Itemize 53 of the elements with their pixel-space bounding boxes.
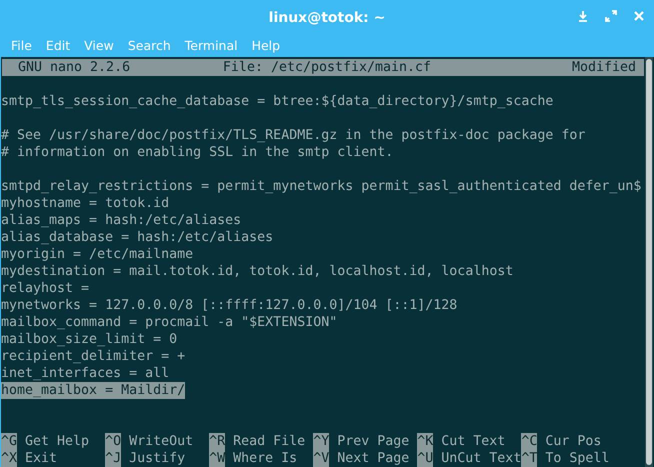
- shortcut-label: UnCut Text: [441, 450, 522, 467]
- menu-item[interactable]: Edit: [38, 38, 78, 53]
- shortcut-key: ^G: [1, 433, 18, 450]
- shortcut-label: Cur Pos: [545, 433, 602, 450]
- code-line: alias_maps = hash:/etc/aliases: [1, 212, 242, 229]
- menu-item[interactable]: View: [77, 38, 121, 53]
- shortcut-key: ^W: [209, 450, 226, 467]
- code-line: smtp_tls_session_cache_database = btree:${data_directory}/smtp_scache: [1, 93, 554, 110]
- shortcut-key: ^J: [105, 450, 122, 467]
- file-name: File: /etc/postfix/main.cf: [222, 59, 432, 76]
- shortcut-key: ^R: [209, 433, 226, 450]
- shortcut-key: ^Y: [313, 433, 330, 450]
- shortcut-key: ^O: [105, 433, 122, 450]
- code-line: recipient_delimiter = +: [1, 348, 186, 365]
- maximize-icon[interactable]: [604, 9, 618, 23]
- close-icon[interactable]: [632, 9, 646, 23]
- code-line: mynetworks = 127.0.0.0/8 [::ffff:127.0.0.0]/104 [::1]/128: [1, 297, 458, 314]
- code-line: mailbox_size_limit = 0: [1, 331, 178, 348]
- code-line: mailbox_command = procmail -a "$EXTENSION": [1, 314, 338, 331]
- shortcut-label: Where Is: [233, 450, 298, 467]
- scrollbar[interactable]: [645, 57, 653, 467]
- scrollbar-thumb[interactable]: [646, 59, 652, 465]
- shortcut-label: Justify: [129, 450, 186, 467]
- shortcut-key: ^K: [417, 433, 434, 450]
- menu-item[interactable]: File: [4, 38, 39, 53]
- menu-item[interactable]: Terminal: [178, 38, 245, 53]
- menu-item[interactable]: Help: [244, 38, 288, 53]
- code-line: mydestination = mail.totok.id, totok.id, localhost.id, localhost: [1, 263, 514, 280]
- shortcut-label: Prev Page: [337, 433, 410, 450]
- shortcut-label: Exit: [25, 450, 58, 467]
- menu-item[interactable]: Search: [120, 38, 178, 53]
- window-title: linux@totok: ~: [268, 10, 386, 26]
- shortcut-label: To Spell: [545, 450, 610, 467]
- shortcut-key: ^X: [1, 450, 18, 467]
- editor-version: GNU nano 2.2.6: [18, 59, 132, 76]
- code-line: # See /usr/share/doc/postfix/TLS_README.gz in the postfix-doc package for: [1, 127, 586, 144]
- shortcut-key: ^V: [313, 450, 330, 467]
- modified-status: Modified: [572, 59, 636, 76]
- code-line: myhostname = totok.id: [1, 195, 170, 212]
- shortcut-key: ^C: [521, 433, 538, 450]
- shortcut-label: Read File: [233, 433, 306, 450]
- code-line: smtpd_relay_restrictions = permit_mynetworks permit_sasl_authenticated defer_un$: [1, 178, 642, 195]
- shortcut-label: Cut Text: [441, 433, 506, 450]
- code-line: relayhost =: [1, 280, 90, 297]
- shortcut-key: ^U: [417, 450, 434, 467]
- minimize-icon[interactable]: [576, 9, 590, 23]
- code-line: myorigin = /etc/mailname: [1, 246, 194, 263]
- code-line: alias_database = hash:/etc/aliases: [1, 229, 274, 246]
- shortcut-label: WriteOut: [129, 433, 194, 450]
- code-line: # information on enabling SSL in the smtp client.: [1, 144, 394, 161]
- shortcut-label: Get Help: [25, 433, 90, 450]
- code-line: inet_interfaces = all: [1, 365, 170, 382]
- shortcut-label: Next Page: [337, 450, 410, 467]
